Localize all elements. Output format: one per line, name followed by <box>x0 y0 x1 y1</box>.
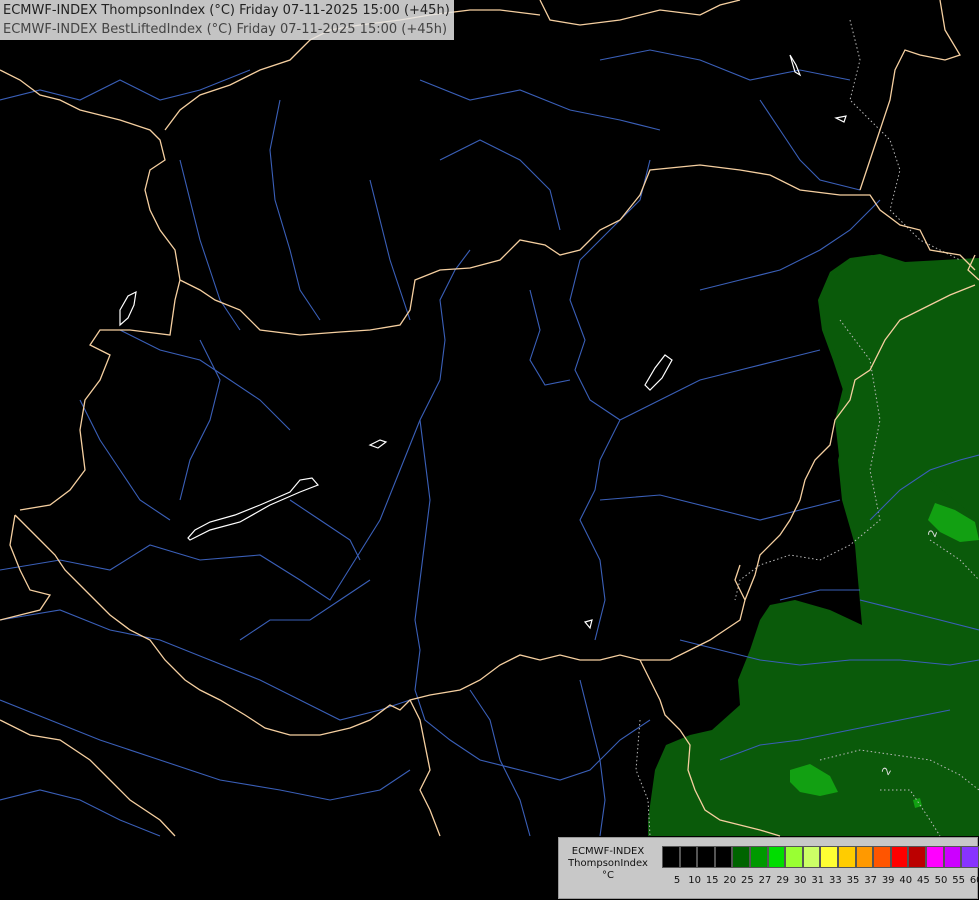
legend-swatch <box>802 846 821 868</box>
legend-tick-label: 31 <box>811 875 825 886</box>
legend-tick-label: 15 <box>705 875 719 886</box>
legend-swatch <box>837 846 856 868</box>
legend-swatch <box>961 846 979 868</box>
legend-tick-label: 29 <box>776 875 789 886</box>
legend-tick-label: 39 <box>881 875 895 886</box>
legend-tick-label: 30 <box>793 875 807 886</box>
legend-swatch <box>714 846 733 868</box>
map-title-best-lifted-index: ECMWF-INDEX BestLiftedIndex (°C) Friday … <box>3 22 448 37</box>
legend-swatch <box>820 846 838 868</box>
legend-swatch <box>732 846 750 868</box>
legend-tick-label: 25 <box>741 875 754 886</box>
legend-swatch <box>855 846 874 868</box>
legend-tick-label: 60 <box>969 875 979 886</box>
legend-tick-label: 35 <box>846 875 860 886</box>
legend-label-variable: ThompsonIndex <box>568 858 648 869</box>
legend-swatch <box>749 846 768 868</box>
legend-tick-label: 10 <box>688 875 701 886</box>
legend-swatch <box>697 846 715 868</box>
legend-tick-label: 33 <box>829 875 842 886</box>
legend-swatch <box>908 846 926 868</box>
weather-map[interactable]: 2 2 <box>0 0 979 900</box>
legend-swatch <box>873 846 891 868</box>
legend-tick-label: 5 <box>673 875 681 886</box>
legend-tick-label: 37 <box>864 875 877 886</box>
legend-label-unit: °C <box>602 870 614 881</box>
legend-swatch <box>890 846 909 868</box>
legend-tick-label: 40 <box>899 875 913 886</box>
legend-tick-label: 27 <box>758 875 772 886</box>
legend-swatch <box>785 846 803 868</box>
legend-tick-label: 45 <box>917 875 930 886</box>
map-title-box: ECMWF-INDEX ThompsonIndex (°C) Friday 07… <box>0 0 454 40</box>
legend-tick-label: 20 <box>723 875 737 886</box>
legend-swatch <box>679 846 698 868</box>
legend-tick-label: 50 <box>934 875 948 886</box>
color-legend: ECMWF-INDEX ThompsonIndex °C 5 10 15 20 25 27… <box>558 837 979 899</box>
legend-swatch <box>925 846 944 868</box>
legend-swatch <box>662 846 680 868</box>
legend-tick-label: 55 <box>952 875 965 886</box>
legend-swatch <box>943 846 962 868</box>
legend-swatches <box>662 846 979 868</box>
legend-label: ECMWF-INDEX ThompsonIndex °C <box>561 846 655 882</box>
legend-label-model: ECMWF-INDEX <box>571 846 645 857</box>
legend-swatch <box>767 846 786 868</box>
map-title-thompson-index: ECMWF-INDEX ThompsonIndex (°C) Friday 07… <box>3 3 450 18</box>
